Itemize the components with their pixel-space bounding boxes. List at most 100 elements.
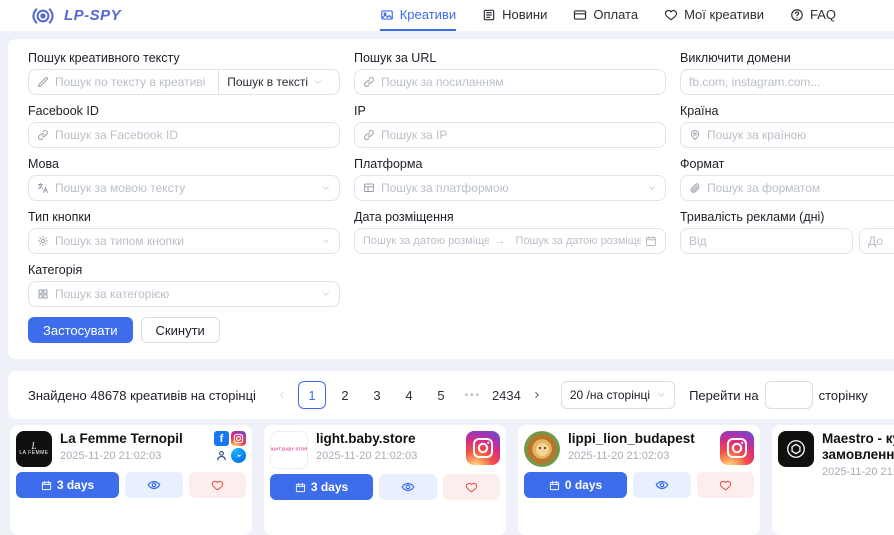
- format-input[interactable]: [701, 176, 894, 200]
- avatar: [524, 431, 560, 467]
- card-title[interactable]: La Femme Ternopil: [60, 431, 206, 447]
- eye-logo-icon: [28, 6, 58, 26]
- avatar-name: LA FEMME: [19, 450, 48, 456]
- card-title[interactable]: Maestro - кухні, меблі на замовлення в У…: [822, 431, 894, 463]
- language-input[interactable]: [49, 176, 321, 200]
- facebook-id-input[interactable]: [49, 123, 339, 147]
- goto-page-input[interactable]: [765, 381, 813, 409]
- duration-to-input[interactable]: [860, 229, 894, 253]
- page-button-last[interactable]: 2434: [492, 382, 521, 408]
- field-exclude-domains: Виключити домени: [680, 51, 894, 95]
- page-size-value: 20 /на сторінці: [570, 388, 650, 402]
- field-url: Пошук за URL: [354, 51, 666, 95]
- page-button-1[interactable]: 1: [298, 381, 326, 409]
- card-date: 2025-11-20 21:02:03: [316, 450, 458, 462]
- credit-card-icon: [573, 8, 587, 22]
- calendar-icon: [295, 482, 306, 493]
- page-size-select[interactable]: 20 /на сторінці: [561, 381, 675, 409]
- date-from-input[interactable]: [355, 229, 493, 253]
- heart-icon: [664, 8, 678, 22]
- days-active-button[interactable]: 3 days: [16, 472, 119, 498]
- profile-icon: [214, 448, 229, 463]
- chevron-down-icon: [647, 183, 657, 193]
- eye-icon: [401, 480, 415, 494]
- category-icon: [37, 288, 49, 300]
- question-icon: [790, 8, 804, 22]
- field-label: Мова: [28, 157, 340, 171]
- nav-tab-creatives[interactable]: Креативи: [380, 0, 456, 31]
- like-button[interactable]: [697, 472, 755, 498]
- creative-text-input[interactable]: [49, 70, 218, 94]
- button-type-input[interactable]: [49, 229, 321, 253]
- button-type-select[interactable]: [28, 228, 340, 254]
- page-button-5[interactable]: 5: [428, 382, 454, 408]
- maestro-logo-icon: [785, 438, 807, 460]
- pagination-bar: Знайдено 48678 креативів на сторінці 1 2…: [8, 371, 894, 419]
- nav-tab-payment[interactable]: Оплата: [573, 0, 638, 31]
- days-active-button[interactable]: 0 days: [524, 472, 627, 498]
- avatar: L LA FEMME: [16, 431, 52, 467]
- days-label: 0 days: [565, 478, 602, 492]
- field-platform: Платформа: [354, 157, 666, 201]
- instagram-icon: [466, 431, 500, 465]
- field-label: Платформа: [354, 157, 666, 171]
- days-active-button[interactable]: 3 days: [270, 474, 373, 500]
- search-mode-select[interactable]: Пошук в тексті: [218, 70, 339, 94]
- platform-input[interactable]: [375, 176, 647, 200]
- url-control: [354, 69, 666, 95]
- page-button-2[interactable]: 2: [332, 382, 358, 408]
- logo[interactable]: LP-SPY: [28, 0, 121, 31]
- country-input[interactable]: [701, 123, 894, 147]
- prev-page-button[interactable]: [272, 390, 292, 400]
- field-country: Країна: [680, 104, 894, 148]
- date-to-input[interactable]: [508, 229, 646, 253]
- paperclip-icon: [689, 182, 701, 194]
- next-page-button[interactable]: [527, 390, 547, 400]
- nav-tab-news[interactable]: Новини: [482, 0, 547, 31]
- reset-button[interactable]: Скинути: [141, 317, 220, 343]
- field-language: Мова: [28, 157, 340, 201]
- view-button[interactable]: [125, 472, 183, 498]
- view-button[interactable]: [633, 472, 691, 498]
- language-select[interactable]: [28, 175, 340, 201]
- facebook-icon: f: [214, 431, 229, 446]
- eye-icon: [147, 478, 161, 492]
- heart-icon: [719, 479, 732, 492]
- ip-input[interactable]: [375, 123, 665, 147]
- goto-suffix: сторінку: [819, 388, 868, 403]
- facebook-id-control: [28, 122, 340, 148]
- nav-tab-my-creatives[interactable]: Мої креативи: [664, 0, 764, 31]
- view-button[interactable]: [379, 474, 437, 500]
- format-control: [680, 175, 894, 201]
- exclude-domains-input[interactable]: [681, 70, 894, 94]
- filter-panel: Пошук креативного тексту Пошук в тексті …: [8, 39, 894, 359]
- days-label: 3 days: [57, 478, 94, 492]
- messenger-icon: [231, 448, 246, 463]
- field-button-type: Тип кнопки: [28, 210, 340, 254]
- field-label: Дата розміщення: [354, 210, 666, 224]
- like-button[interactable]: [189, 472, 247, 498]
- platform-select[interactable]: [354, 175, 666, 201]
- card-title[interactable]: light.baby.store: [316, 431, 458, 447]
- duration-from-input[interactable]: [681, 229, 852, 253]
- page-button-3[interactable]: 3: [364, 382, 390, 408]
- pages-ellipsis: •••: [460, 390, 486, 401]
- field-label: Виключити домени: [680, 51, 894, 65]
- category-input[interactable]: [49, 282, 321, 306]
- like-button[interactable]: [443, 474, 501, 500]
- nav-tab-faq[interactable]: FAQ: [790, 0, 836, 31]
- avatar: [778, 431, 814, 467]
- apply-button[interactable]: Застосувати: [28, 317, 133, 343]
- link-icon: [37, 129, 49, 141]
- url-input[interactable]: [375, 70, 665, 94]
- heart-icon: [211, 479, 224, 492]
- heart-icon: [465, 481, 478, 494]
- map-pin-icon: [689, 129, 701, 141]
- category-select[interactable]: [28, 281, 340, 307]
- translate-icon: [37, 182, 49, 194]
- nav-label: FAQ: [810, 7, 836, 22]
- calendar-icon: [41, 480, 52, 491]
- page-button-4[interactable]: 4: [396, 382, 422, 408]
- field-label: Пошук креативного тексту: [28, 51, 340, 65]
- card-title[interactable]: lippi_lion_budapest: [568, 431, 712, 447]
